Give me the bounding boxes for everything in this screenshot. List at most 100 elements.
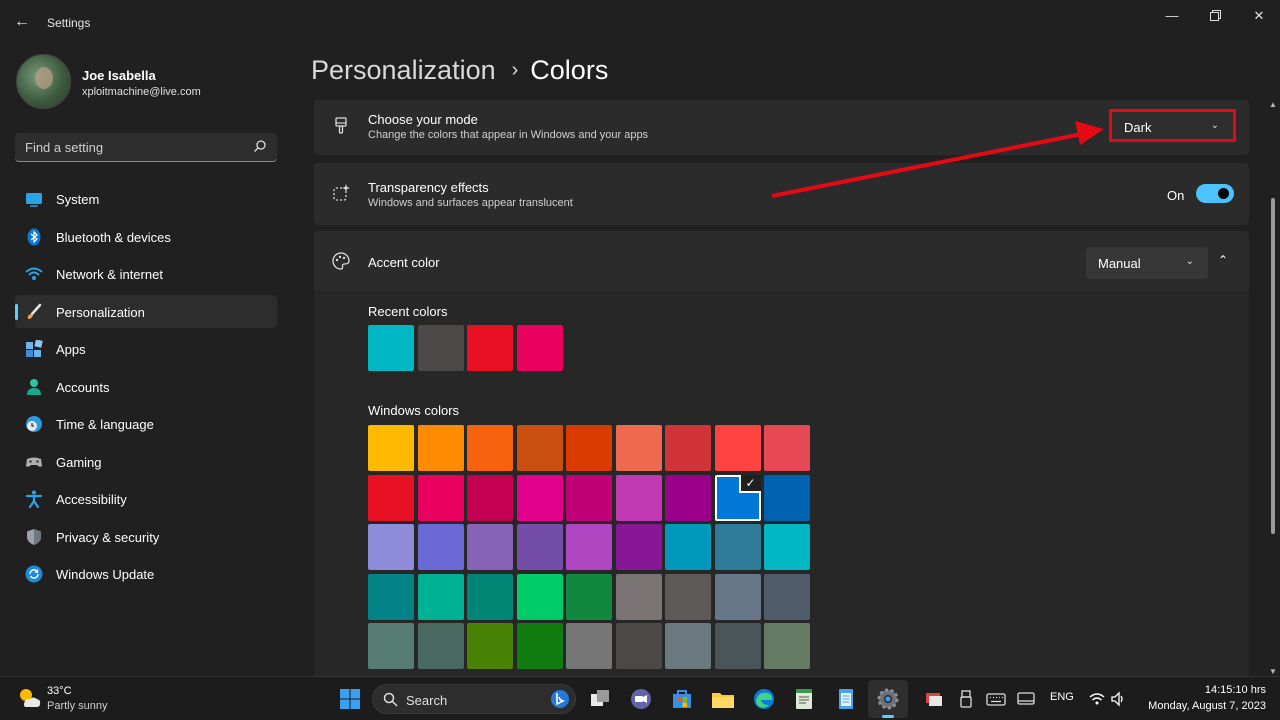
sidebar-item-bluetooth[interactable]: Bluetooth & devices: [15, 220, 277, 253]
windows-color-swatch[interactable]: [516, 573, 563, 620]
windows-color-swatch[interactable]: [615, 573, 662, 620]
windows-color-swatch[interactable]: [764, 573, 810, 620]
sidebar-item-privacy-security[interactable]: Privacy & security: [15, 520, 277, 553]
windows-color-swatch[interactable]: [368, 573, 414, 620]
keyboard-icon[interactable]: [986, 689, 1006, 709]
windows-color-swatch[interactable]: [615, 425, 662, 471]
windows-start-icon[interactable]: [336, 685, 364, 713]
scrollbar[interactable]: ▲ ▼: [1268, 100, 1278, 676]
settings-taskbar-button[interactable]: [868, 680, 908, 718]
windows-color-swatch[interactable]: [516, 425, 563, 471]
windows-color-swatch[interactable]: [665, 573, 711, 620]
avatar[interactable]: [16, 54, 71, 109]
windows-color-swatch[interactable]: [566, 573, 612, 620]
windows-color-swatch[interactable]: [516, 623, 563, 669]
minimize-icon[interactable]: —: [1157, 6, 1187, 26]
windows-color-swatch[interactable]: [467, 425, 513, 471]
file-explorer-icon[interactable]: [709, 685, 737, 713]
edge-browser-icon[interactable]: [750, 685, 778, 713]
sidebar-item-time-language[interactable]: Time & language: [15, 407, 277, 440]
windows-color-swatch[interactable]: [417, 474, 464, 521]
accent-dropdown[interactable]: Manual ⌄: [1086, 247, 1208, 279]
windows-color-swatch[interactable]: [714, 425, 761, 471]
clock-time[interactable]: 14:15:10 hrs: [1205, 684, 1266, 696]
scroll-up-icon[interactable]: ▲: [1269, 100, 1277, 109]
taskbar-search[interactable]: Search: [372, 684, 576, 714]
weather-condition[interactable]: Partly sunny: [47, 700, 108, 712]
windows-color-swatch[interactable]: [615, 474, 662, 521]
close-icon[interactable]: ✕: [1244, 6, 1274, 26]
windows-color-swatch[interactable]: [566, 524, 612, 570]
teams-chat-icon[interactable]: [627, 685, 655, 713]
volume-icon[interactable]: [1110, 691, 1126, 707]
windows-color-swatch[interactable]: [566, 425, 612, 471]
windows-color-swatch[interactable]: [467, 524, 513, 570]
sidebar-item-network[interactable]: Network & internet: [15, 257, 277, 290]
mode-dropdown[interactable]: Dark ⌄: [1109, 109, 1236, 142]
windows-color-swatch[interactable]: [417, 623, 464, 669]
windows-color-swatch[interactable]: [764, 623, 810, 669]
notepad-icon[interactable]: [790, 685, 818, 713]
windows-color-swatch[interactable]: [368, 425, 414, 471]
windows-color-swatch[interactable]: [368, 524, 414, 570]
windows-color-swatch[interactable]: [615, 524, 662, 570]
sidebar-item-personalization[interactable]: Personalization: [15, 294, 277, 328]
back-arrow-icon[interactable]: ←: [12, 12, 32, 32]
chevron-up-icon[interactable]: ⌃: [1218, 253, 1228, 267]
windows-color-swatch[interactable]: [665, 474, 711, 521]
sidebar-item-accounts[interactable]: Accounts: [15, 370, 277, 403]
sidebar-item-system[interactable]: System: [15, 182, 277, 215]
windows-color-swatch[interactable]: [417, 425, 464, 471]
windows-color-swatch[interactable]: [714, 623, 761, 669]
sidebar-item-gaming[interactable]: Gaming: [15, 445, 277, 478]
windows-color-swatch[interactable]: ✓: [714, 474, 761, 521]
windows-color-swatch[interactable]: [714, 573, 761, 620]
recent-colors-label: Recent colors: [368, 304, 448, 319]
sidebar-item-accessibility[interactable]: Accessibility: [15, 482, 277, 515]
maximize-icon[interactable]: [1200, 6, 1230, 26]
search-input[interactable]: Find a setting: [15, 133, 277, 162]
scroll-down-icon[interactable]: ▼: [1269, 667, 1277, 676]
sidebar-item-apps[interactable]: Apps: [15, 332, 277, 365]
recent-color-swatch[interactable]: [516, 325, 563, 371]
windows-color-swatch[interactable]: [417, 573, 464, 620]
usb-icon[interactable]: [958, 689, 974, 709]
search-placeholder: Find a setting: [25, 140, 104, 155]
windows-color-swatch[interactable]: [516, 474, 563, 521]
windows-color-swatch[interactable]: [615, 623, 662, 669]
task-view-icon[interactable]: [586, 685, 614, 713]
windows-color-swatch[interactable]: [516, 524, 563, 570]
windows-color-swatch[interactable]: [764, 474, 810, 521]
windows-color-swatch[interactable]: [566, 474, 612, 521]
windows-color-swatch[interactable]: [665, 425, 711, 471]
windows-color-swatch[interactable]: [467, 623, 513, 669]
recent-color-swatch[interactable]: [417, 325, 464, 371]
wifi-icon[interactable]: [1089, 691, 1105, 707]
windows-color-swatch[interactable]: [467, 573, 513, 620]
windows-color-swatch[interactable]: [566, 623, 612, 669]
windows-color-swatch[interactable]: [665, 524, 711, 570]
language-indicator[interactable]: ENG: [1050, 691, 1074, 703]
windows-color-swatch[interactable]: [764, 425, 810, 471]
windows-color-swatch[interactable]: [368, 474, 414, 521]
windows-color-swatch[interactable]: [714, 524, 761, 570]
windows-color-swatch[interactable]: [467, 474, 513, 521]
notepad-blue-icon[interactable]: [832, 685, 860, 713]
recent-color-swatch[interactable]: [368, 325, 414, 371]
clock-date[interactable]: Monday, August 7, 2023: [1148, 700, 1266, 712]
breadcrumb-parent[interactable]: Personalization: [311, 55, 496, 85]
recent-color-swatch[interactable]: [467, 325, 513, 371]
store-icon[interactable]: [668, 685, 696, 713]
display-icon[interactable]: [1016, 689, 1036, 709]
sidebar-item-label: Privacy & security: [56, 529, 160, 545]
windows-color-swatch[interactable]: [417, 524, 464, 570]
windows-color-swatch[interactable]: [764, 524, 810, 570]
scroll-thumb[interactable]: [1271, 198, 1275, 534]
windows-color-swatch[interactable]: [368, 623, 414, 669]
partly-sunny-icon[interactable]: [16, 685, 42, 711]
sidebar-item-windows-update[interactable]: Windows Update: [15, 557, 277, 590]
tray-app-icon[interactable]: [924, 689, 944, 709]
weather-temperature[interactable]: 33°C: [47, 685, 72, 697]
transparency-toggle[interactable]: [1196, 184, 1234, 203]
windows-color-swatch[interactable]: [665, 623, 711, 669]
